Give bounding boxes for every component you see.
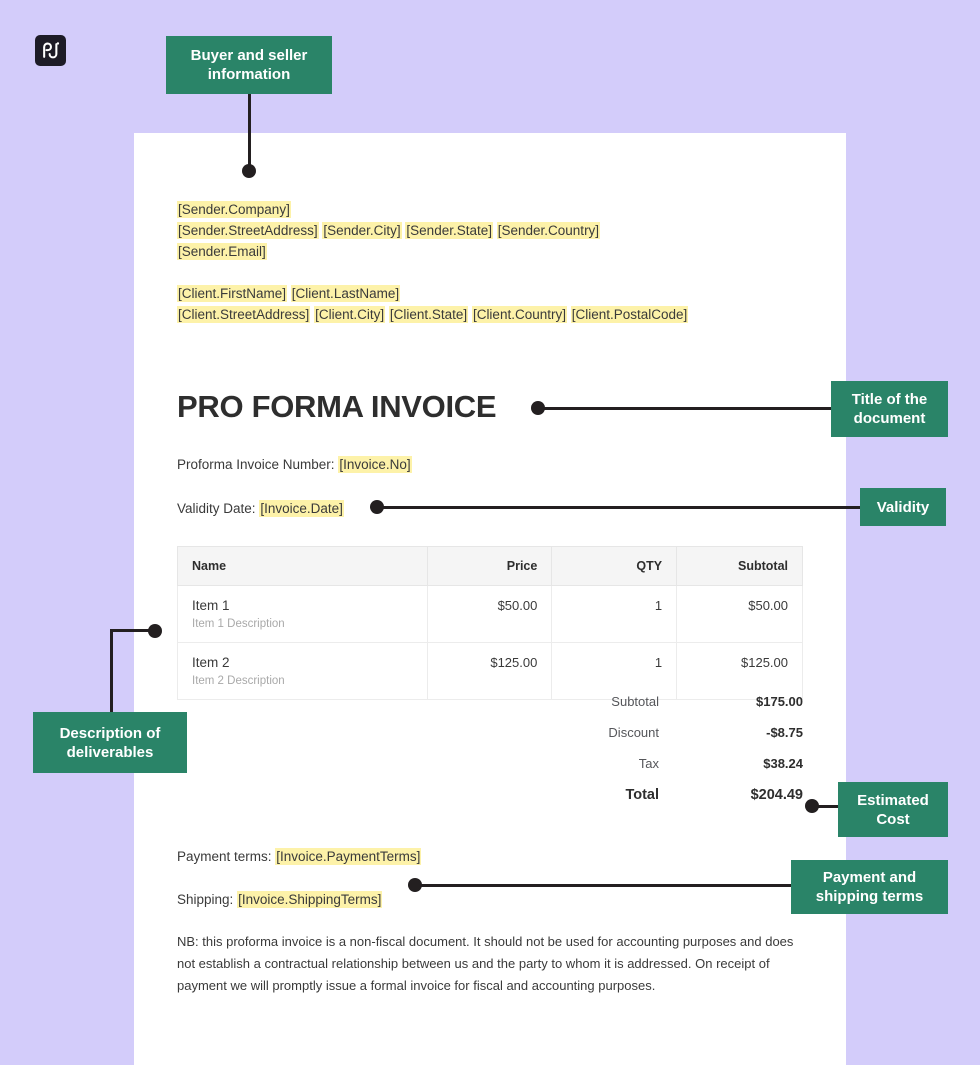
- invoice-document-page: [Sender.Company] [Sender.StreetAddress] …: [134, 133, 846, 1065]
- payment-terms-label: Payment terms:: [177, 849, 272, 864]
- item-name-text: Item 2: [192, 655, 230, 670]
- client-line-2: [Client.StreetAddress] [Client.City] [Cl…: [177, 304, 689, 325]
- totals-row-tax: Tax $38.24: [177, 756, 803, 787]
- column-header-qty: QTY: [551, 546, 678, 586]
- callout-validity: Validity: [860, 488, 946, 526]
- leader-dot-title: [531, 401, 545, 415]
- client-street-token: [Client.StreetAddress]: [177, 306, 311, 323]
- totals-value-tax: $38.24: [763, 756, 803, 771]
- payment-terms-line: Payment terms: [Invoice.PaymentTerms]: [177, 848, 422, 865]
- leader-line-title: [544, 407, 834, 410]
- totals-row-total: Total $204.49: [177, 787, 803, 818]
- client-lastname-token: [Client.LastName]: [290, 285, 401, 302]
- column-header-name: Name: [177, 546, 428, 586]
- client-line-1: [Client.FirstName] [Client.LastName]: [177, 283, 688, 304]
- leader-line-parties: [248, 94, 251, 172]
- callout-buyer-seller-information: Buyer and seller information: [166, 36, 332, 94]
- cell-item-qty: 1: [551, 642, 678, 700]
- totals-label-subtotal: Subtotal: [611, 694, 659, 709]
- client-city-token: [Client.City]: [314, 306, 386, 323]
- callout-description-of-deliverables: Description of deliverables: [33, 712, 187, 773]
- table-row: Item 1 Item 1 Description $50.00 1 $50.0…: [177, 585, 803, 643]
- validity-date-token: [Invoice.Date]: [259, 500, 344, 517]
- cell-item-name: Item 2 Item 2 Description: [177, 642, 428, 700]
- item-description-text: Item 1 Description: [192, 618, 285, 630]
- client-country-token: [Client.Country]: [471, 306, 567, 323]
- leader-line-terms: [419, 884, 794, 887]
- column-header-subtotal: Subtotal: [676, 546, 803, 586]
- totals-value-discount: -$8.75: [766, 725, 803, 740]
- totals-value-total: $204.49: [750, 787, 803, 803]
- callout-title-of-document: Title of the document: [831, 381, 948, 437]
- cell-item-subtotal: $125.00: [676, 642, 803, 700]
- pandadoc-logo: [35, 35, 66, 66]
- sender-city-token: [Sender.City]: [322, 222, 402, 239]
- item-description-text: Item 2 Description: [192, 675, 285, 687]
- page-title: PRO FORMA INVOICE: [177, 389, 497, 424]
- sender-state-token: [Sender.State]: [405, 222, 493, 239]
- table-header-row: Name Price QTY Subtotal: [177, 546, 803, 586]
- shipping-terms-token: [Invoice.ShippingTerms]: [237, 891, 383, 908]
- validity-date-line: Validity Date: [Invoice.Date]: [177, 500, 344, 517]
- invoice-number-label: Proforma Invoice Number:: [177, 457, 335, 472]
- cell-item-name: Item 1 Item 1 Description: [177, 585, 428, 643]
- leader-line-deliverables-vertical: [110, 629, 113, 715]
- client-firstname-token: [Client.FirstName]: [177, 285, 288, 302]
- sender-company-token: [Sender.Company]: [177, 201, 291, 218]
- column-header-price: Price: [426, 546, 553, 586]
- shipping-terms-label: Shipping:: [177, 892, 234, 907]
- totals-row-discount: Discount -$8.75: [177, 725, 803, 756]
- client-address-block: [Client.FirstName] [Client.LastName] [Cl…: [177, 283, 689, 325]
- invoice-number-token: [Invoice.No]: [338, 456, 412, 473]
- totals-label-total: Total: [625, 787, 659, 803]
- leader-dot-terms: [408, 878, 422, 892]
- totals-summary: Subtotal $175.00 Discount -$8.75 Tax $38…: [177, 694, 803, 818]
- cell-item-subtotal: $50.00: [676, 585, 803, 643]
- line-items-table: Name Price QTY Subtotal Item 1 Item 1 De…: [177, 546, 803, 700]
- totals-value-subtotal: $175.00: [756, 694, 803, 709]
- sender-country-token: [Sender.Country]: [496, 222, 601, 239]
- sender-line-1: [Sender.Company]: [177, 199, 600, 220]
- sender-street-token: [Sender.StreetAddress]: [177, 222, 319, 239]
- leader-dot-cost: [805, 799, 819, 813]
- client-postalcode-token: [Client.PostalCode]: [570, 306, 689, 323]
- sender-line-2: [Sender.StreetAddress] [Sender.City] [Se…: [177, 220, 601, 241]
- shipping-terms-line: Shipping: [Invoice.ShippingTerms]: [177, 891, 383, 908]
- disclaimer-note: NB: this proforma invoice is a non-fisca…: [177, 934, 794, 993]
- cell-item-price: $50.00: [426, 585, 553, 643]
- invoice-number-line: Proforma Invoice Number: [Invoice.No]: [177, 456, 412, 473]
- table-row: Item 2 Item 2 Description $125.00 1 $125…: [177, 642, 803, 700]
- totals-row-subtotal: Subtotal $175.00: [177, 694, 803, 725]
- sender-line-3: [Sender.Email]: [177, 241, 600, 262]
- leader-line-validity: [383, 506, 863, 509]
- totals-label-discount: Discount: [608, 725, 659, 740]
- leader-dot-deliverables: [148, 624, 162, 638]
- cell-item-qty: 1: [551, 585, 678, 643]
- leader-dot-validity: [370, 500, 384, 514]
- callout-estimated-cost: Estimated Cost: [838, 782, 948, 837]
- sender-address-block: [Sender.Company] [Sender.StreetAddress] …: [177, 199, 601, 262]
- cell-item-price: $125.00: [426, 642, 553, 700]
- validity-date-label: Validity Date:: [177, 501, 256, 516]
- totals-label-tax: Tax: [638, 756, 659, 771]
- leader-dot-parties: [242, 164, 256, 178]
- sender-email-token: [Sender.Email]: [177, 243, 267, 260]
- item-name-text: Item 1: [192, 598, 230, 613]
- pandadoc-logo-icon: [43, 42, 60, 59]
- callout-payment-shipping-terms: Payment and shipping terms: [791, 860, 948, 914]
- payment-terms-token: [Invoice.PaymentTerms]: [275, 848, 422, 865]
- client-state-token: [Client.State]: [388, 306, 469, 323]
